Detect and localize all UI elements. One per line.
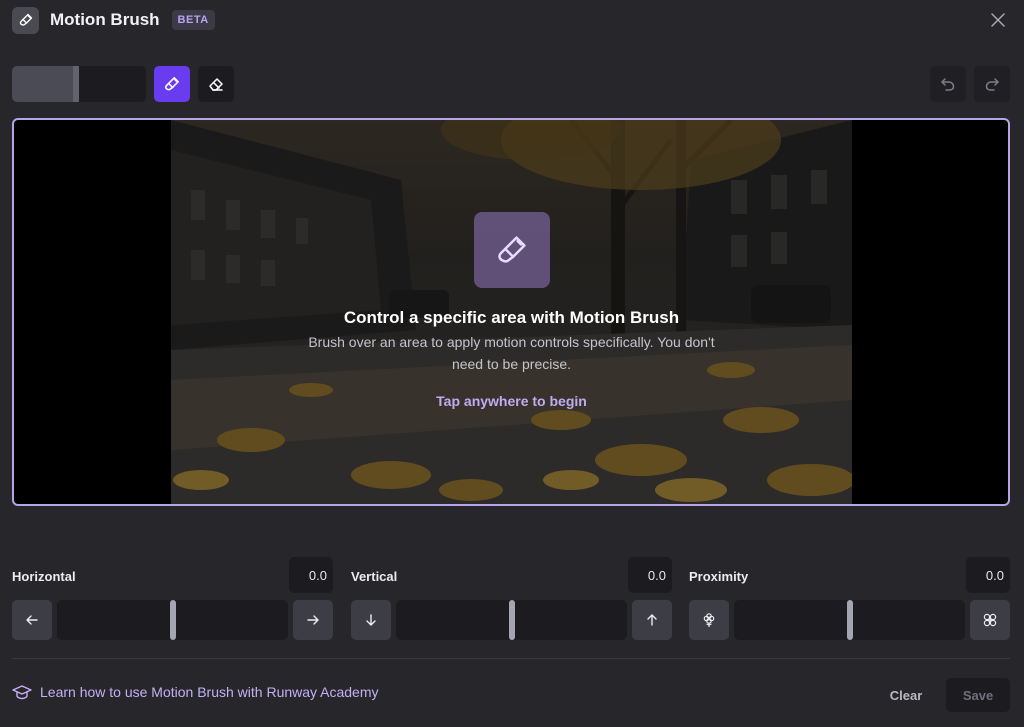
proximity-increase-button[interactable] [970, 600, 1010, 640]
dialog-header: Motion Brush BETA [12, 6, 215, 34]
motion-brush-dialog: Motion Brush BETA Control a specific are… [0, 0, 1024, 727]
horizontal-slider[interactable] [57, 600, 288, 640]
eraser-icon [209, 78, 223, 91]
horizontal-label: Horizontal [12, 569, 76, 584]
runway-academy-link[interactable]: Learn how to use Motion Brush with Runwa… [12, 684, 379, 700]
redo-button[interactable] [974, 66, 1010, 102]
horizontal-control: Horizontal 0.0 [12, 557, 333, 641]
undo-icon [941, 78, 955, 91]
arrow-up-icon [647, 614, 657, 626]
proximity-slider-thumb[interactable] [846, 600, 853, 640]
learn-link-text: Learn how to use Motion Brush with Runwa… [40, 684, 379, 700]
vertical-label: Vertical [351, 569, 398, 584]
arrow-left-icon [26, 615, 38, 625]
redo-icon [985, 78, 999, 91]
footer-divider [12, 658, 1010, 659]
vertical-value-input[interactable]: 0.0 [628, 557, 672, 593]
vertical-control: Vertical 0.0 [351, 557, 672, 641]
brush-icon [12, 6, 39, 34]
undo-button[interactable] [930, 66, 966, 102]
clear-button[interactable]: Clear [880, 678, 932, 712]
arrow-right-icon [307, 615, 319, 625]
close-icon [991, 13, 1005, 27]
vertical-slider-thumb[interactable] [508, 600, 515, 640]
canvas-description: Brush over an area to apply motion contr… [308, 334, 715, 372]
tap-to-begin-link[interactable]: Tap anywhere to begin [436, 393, 587, 409]
vertical-down-button[interactable] [351, 600, 391, 640]
dialog-title: Motion Brush [50, 10, 160, 29]
horizontal-right-button[interactable] [293, 600, 333, 640]
close-button[interactable] [988, 10, 1008, 30]
canvas-title: Control a specific area with Motion Brus… [343, 308, 680, 327]
brush-tool-button[interactable] [154, 66, 190, 102]
brush-size-slider[interactable] [12, 66, 146, 102]
brush-size-fill [12, 66, 79, 102]
horizontal-slider-thumb[interactable] [169, 600, 176, 640]
vertical-up-button[interactable] [632, 600, 672, 640]
brush-icon [164, 77, 179, 91]
proximity-decrease-button[interactable] [689, 600, 729, 640]
beta-badge: BETA [171, 10, 215, 30]
scene-image: Control a specific area with Motion Brus… [171, 120, 852, 504]
proximity-value-input[interactable]: 0.0 [966, 557, 1010, 593]
vertical-slider[interactable] [396, 600, 627, 640]
graduation-cap-icon [12, 685, 32, 700]
proximity-label: Proximity [689, 569, 749, 584]
proximity-slider[interactable] [734, 600, 965, 640]
flower-icon [703, 613, 715, 627]
brush-icon [473, 212, 550, 288]
brush-size-handle[interactable] [73, 66, 79, 102]
eraser-tool-button[interactable] [198, 66, 234, 102]
horizontal-left-button[interactable] [12, 600, 52, 640]
save-button[interactable]: Save [946, 678, 1010, 712]
canvas-empty-state: Control a specific area with Motion Brus… [171, 212, 852, 411]
proximity-control: Proximity 0.0 [689, 557, 1010, 641]
flower-spread-icon [983, 613, 997, 627]
brush-canvas[interactable]: Control a specific area with Motion Brus… [12, 118, 1010, 506]
horizontal-value-input[interactable]: 0.0 [289, 557, 333, 593]
arrow-down-icon [366, 614, 376, 626]
